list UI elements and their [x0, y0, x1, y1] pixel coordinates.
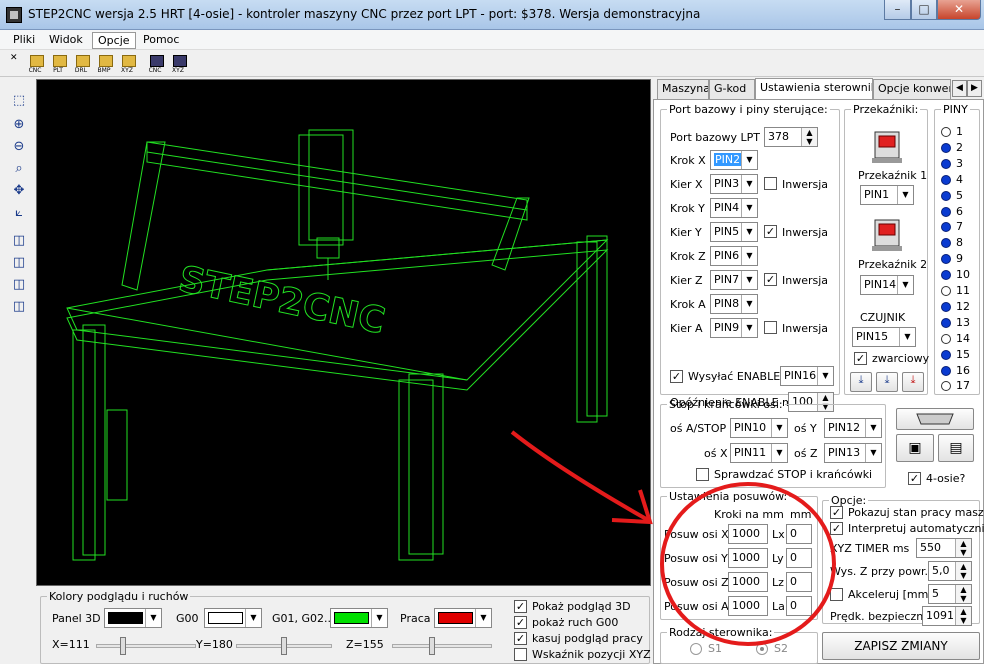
annotation-arrow-line: [510, 430, 649, 522]
annotation-overlay: [510, 430, 836, 646]
app-window: STEP2CNC wersja 2.5 HRT [4-osie] - kontr…: [0, 0, 984, 664]
annotation-circle: [660, 482, 836, 646]
